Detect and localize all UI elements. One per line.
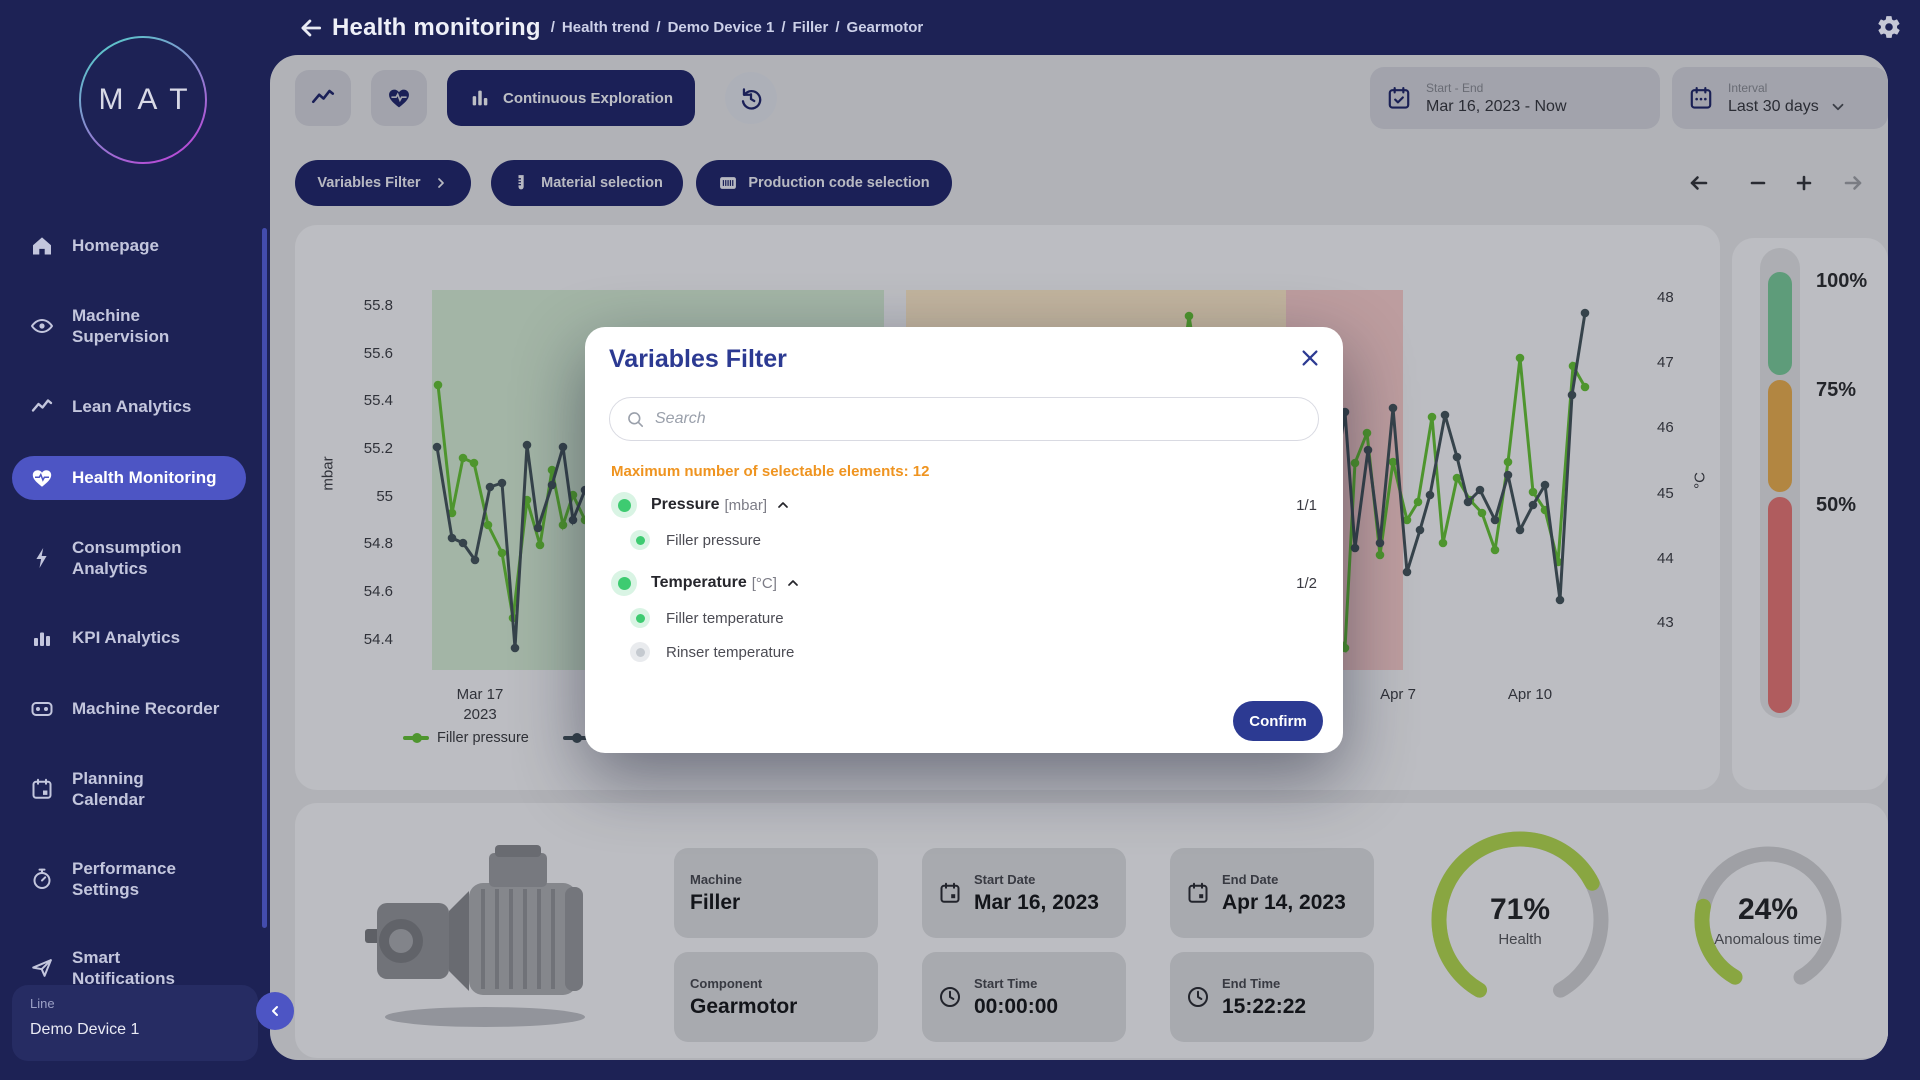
selection-dot[interactable] [611, 492, 637, 518]
breadcrumb: / Health trend / Demo Device 1 / Filler / Gearm… [551, 19, 923, 36]
logo-text: MAT [77, 34, 209, 166]
recorder-icon [30, 697, 54, 721]
eye-icon [30, 314, 54, 338]
breadcrumb-separator: / [551, 19, 555, 36]
sidebar: MAT Homepage Machine Supervision Lean Anal… [0, 0, 270, 1080]
sidebar-item-homepage[interactable]: Homepage [0, 224, 262, 268]
selection-dot-inner [636, 614, 645, 623]
modal-search [609, 397, 1319, 441]
page-title: Health monitoring [332, 14, 541, 42]
sidebar-item-consumption-analytics[interactable]: Consumption Analytics [0, 527, 262, 590]
variables-tree: Pressure [mbar] 1/1 Filler pressure Temperat… [609, 487, 1319, 669]
device-line-value: Demo Device 1 [30, 1021, 240, 1039]
breadcrumb-item[interactable]: Filler [793, 19, 829, 36]
sidebar-item-label: Machine Supervision [72, 305, 240, 348]
selection-dot[interactable] [630, 608, 650, 628]
settings-gear-icon[interactable] [1876, 14, 1902, 40]
sidebar-item-label: Homepage [72, 235, 240, 256]
chevron-up-icon[interactable] [785, 575, 801, 591]
breadcrumb-separator: / [656, 19, 660, 36]
top-header: Health monitoring / Health trend / Demo Dev… [270, 0, 1920, 55]
group-unit: [mbar] [725, 497, 768, 514]
breadcrumb-item[interactable]: Health trend [562, 19, 650, 36]
sidebar-item-performance-settings[interactable]: Performance Settings [0, 848, 262, 911]
sidebar-item-lean-analytics[interactable]: Lean Analytics [0, 385, 262, 429]
sidebar-item-label: KPI Analytics [72, 627, 240, 648]
variable-item-filler-pressure[interactable]: Filler pressure [609, 523, 1319, 557]
sidebar-item-label: Consumption Analytics [72, 537, 240, 580]
sidebar-item-machine-recorder[interactable]: Machine Recorder [0, 687, 262, 731]
breadcrumb-separator: / [781, 19, 785, 36]
sidebar-item-planning-calendar[interactable]: Planning Calendar [0, 758, 262, 821]
group-name: Temperature [651, 574, 747, 592]
selection-dot-inner [636, 536, 645, 545]
sidebar-item-label: Machine Recorder [72, 698, 240, 719]
selection-dot[interactable] [611, 570, 637, 596]
trend-icon [30, 395, 54, 419]
sidebar-item-kpi-analytics[interactable]: KPI Analytics [0, 616, 262, 660]
breadcrumb-separator: / [835, 19, 839, 36]
search-input[interactable] [655, 410, 1302, 428]
home-icon [30, 234, 54, 258]
sidebar-collapse-button[interactable] [256, 992, 294, 1030]
selection-dot-inner [636, 648, 645, 657]
selection-dot[interactable] [630, 530, 650, 550]
sidebar-item-label: Lean Analytics [72, 396, 240, 417]
chevron-up-icon[interactable] [775, 497, 791, 513]
sidebar-item-label: Health Monitoring [72, 467, 240, 488]
sidebar-scrollbar[interactable] [262, 228, 267, 928]
calendar-icon [30, 777, 54, 801]
sidebar-menu: Homepage Machine Supervision Lean Analytic… [0, 224, 262, 1071]
selection-dot-inner [618, 577, 631, 590]
bolt-icon [30, 546, 54, 570]
group-name: Pressure [651, 496, 720, 514]
max-elements-note: Maximum number of selectable elements: 1… [611, 463, 929, 480]
sidebar-item-health-monitoring[interactable]: Health Monitoring [12, 456, 246, 500]
confirm-button[interactable]: Confirm [1233, 701, 1323, 741]
heart-icon [30, 466, 54, 490]
bars-icon [30, 626, 54, 650]
variable-label: Filler pressure [666, 532, 761, 549]
back-arrow-icon[interactable] [298, 15, 324, 41]
app-logo: MAT [77, 34, 209, 166]
send-icon [30, 956, 54, 980]
variables-filter-modal: Variables Filter Maximum number of selec… [585, 327, 1343, 753]
variable-item-rinser-temperature[interactable]: Rinser temperature [609, 635, 1319, 669]
sidebar-item-label: Performance Settings [72, 858, 240, 901]
group-unit: [°C] [752, 575, 777, 592]
variable-group-temperature[interactable]: Temperature [°C] 1/2 [609, 565, 1319, 601]
device-card[interactable]: Line Demo Device 1 [12, 985, 258, 1061]
close-icon[interactable] [1299, 347, 1321, 369]
sidebar-item-label: Smart Notifications [72, 947, 240, 990]
variable-label: Rinser temperature [666, 644, 794, 661]
search-icon [626, 410, 645, 429]
breadcrumb-item[interactable]: Demo Device 1 [668, 19, 775, 36]
device-line-label: Line [30, 996, 240, 1011]
modal-title: Variables Filter [609, 345, 787, 374]
stopwatch-icon [30, 867, 54, 891]
variable-item-filler-temperature[interactable]: Filler temperature [609, 601, 1319, 635]
selection-dot-inner [618, 499, 631, 512]
sidebar-item-label: Planning Calendar [72, 768, 240, 811]
variable-group-pressure[interactable]: Pressure [mbar] 1/1 [609, 487, 1319, 523]
selection-dot[interactable] [630, 642, 650, 662]
group-count: 1/1 [1296, 497, 1317, 514]
breadcrumb-item[interactable]: Gearmotor [847, 19, 924, 36]
group-count: 1/2 [1296, 575, 1317, 592]
sidebar-item-machine-supervision[interactable]: Machine Supervision [0, 295, 262, 358]
chevron-left-icon [267, 1003, 283, 1019]
variable-label: Filler temperature [666, 610, 784, 627]
